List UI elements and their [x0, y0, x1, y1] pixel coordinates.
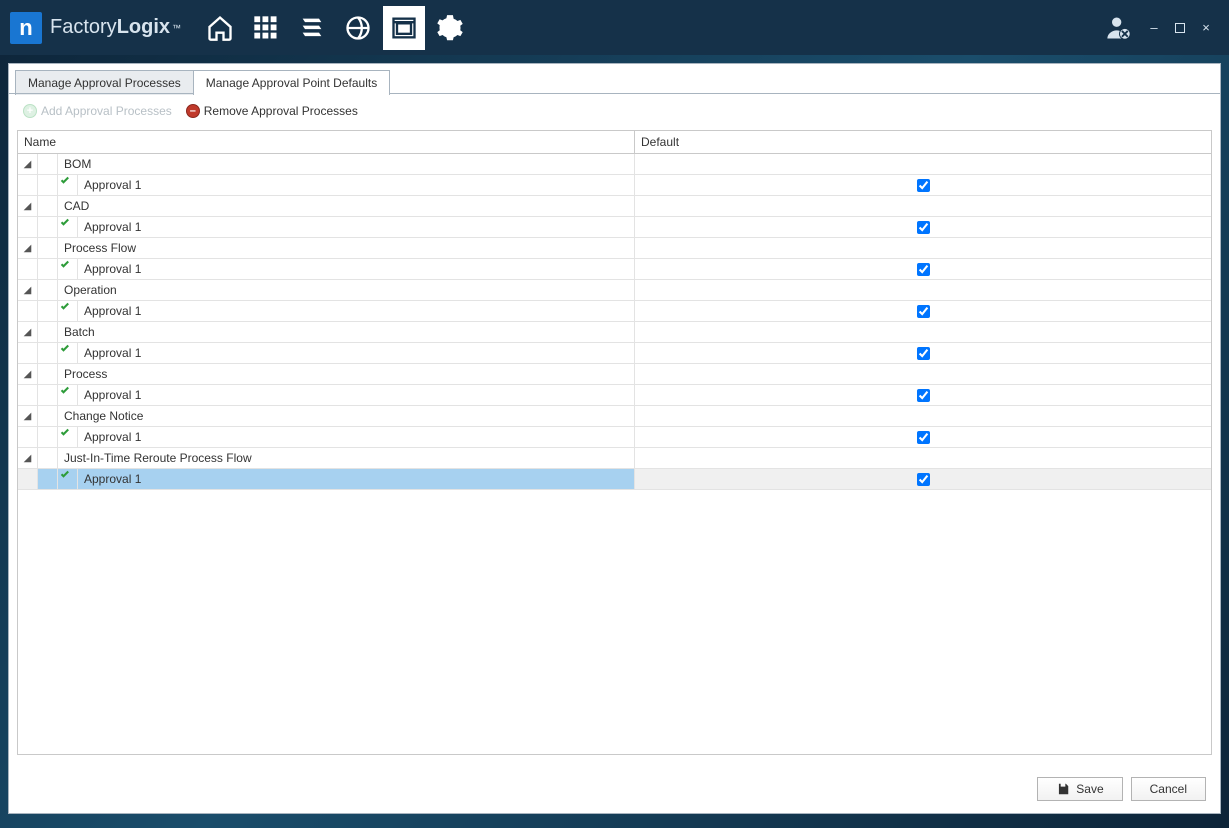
group-name: CAD [58, 196, 635, 216]
approval-grid: Name Default ◢BOMApproval 1◢CADApproval … [17, 130, 1212, 755]
item-name: Approval 1 [78, 469, 635, 489]
table-row[interactable]: ◢ BOM [18, 154, 1211, 175]
window-maximize-button[interactable] [1173, 21, 1187, 35]
group-name: Operation [58, 280, 635, 300]
tab-manage-approval-processes[interactable]: Manage Approval Processes [15, 70, 194, 95]
item-name: Approval 1 [78, 343, 635, 363]
default-checkbox[interactable] [917, 431, 930, 444]
table-row[interactable]: ◢ CAD [18, 196, 1211, 217]
table-row[interactable]: Approval 1 [18, 259, 1211, 280]
remove-approval-label: Remove Approval Processes [204, 104, 358, 118]
checkmark-icon [58, 385, 72, 397]
group-name: Change Notice [58, 406, 635, 426]
save-label: Save [1076, 782, 1103, 796]
default-checkbox[interactable] [917, 221, 930, 234]
add-approval-label: Add Approval Processes [41, 104, 172, 118]
table-row[interactable]: Approval 1 [18, 217, 1211, 238]
table-row[interactable]: Approval 1 [18, 427, 1211, 448]
group-name: Batch [58, 322, 635, 342]
table-row[interactable]: ◢ Batch [18, 322, 1211, 343]
cancel-button[interactable]: Cancel [1131, 777, 1206, 801]
table-row[interactable]: Approval 1 [18, 301, 1211, 322]
table-row[interactable]: Approval 1 [18, 469, 1211, 490]
item-name: Approval 1 [78, 385, 635, 405]
column-header-default[interactable]: Default [635, 131, 1211, 153]
table-row[interactable]: Approval 1 [18, 343, 1211, 364]
chevron-down-icon: ◢ [24, 327, 32, 338]
table-row[interactable]: Approval 1 [18, 175, 1211, 196]
expand-toggle[interactable]: ◢ [18, 154, 38, 174]
expand-toggle[interactable]: ◢ [18, 406, 38, 426]
item-name: Approval 1 [78, 301, 635, 321]
table-row[interactable]: ◢ Change Notice [18, 406, 1211, 427]
default-checkbox[interactable] [917, 179, 930, 192]
title-bar: n FactoryLogix™ – × [0, 0, 1229, 55]
default-checkbox[interactable] [917, 473, 930, 486]
nav-window-button[interactable] [383, 6, 425, 50]
chevron-down-icon: ◢ [24, 453, 32, 464]
table-row[interactable]: ◢ Just-In-Time Reroute Process Flow [18, 448, 1211, 469]
group-name: Just-In-Time Reroute Process Flow [58, 448, 635, 468]
minus-icon: – [186, 104, 200, 118]
checkmark-icon [58, 217, 72, 229]
group-name: Process [58, 364, 635, 384]
save-button[interactable]: Save [1037, 777, 1122, 801]
chevron-down-icon: ◢ [24, 285, 32, 296]
cancel-label: Cancel [1150, 782, 1187, 796]
default-checkbox[interactable] [917, 389, 930, 402]
default-checkbox[interactable] [917, 347, 930, 360]
table-row[interactable]: ◢ Process [18, 364, 1211, 385]
tab-manage-approval-point-defaults[interactable]: Manage Approval Point Defaults [193, 70, 390, 95]
main-panel: Manage Approval Processes Manage Approva… [8, 63, 1221, 814]
group-name: Process Flow [58, 238, 635, 258]
expand-toggle[interactable]: ◢ [18, 448, 38, 468]
expand-toggle[interactable]: ◢ [18, 238, 38, 258]
item-name: Approval 1 [78, 259, 635, 279]
column-header-name[interactable]: Name [18, 131, 635, 153]
plus-icon: + [23, 104, 37, 118]
checkmark-icon [58, 427, 72, 439]
expand-toggle[interactable]: ◢ [18, 280, 38, 300]
user-status-icon[interactable] [1105, 14, 1133, 42]
table-row[interactable]: ◢ Process Flow [18, 238, 1211, 259]
table-row[interactable]: Approval 1 [18, 385, 1211, 406]
expand-toggle[interactable]: ◢ [18, 364, 38, 384]
checkmark-icon [58, 343, 72, 355]
add-approval-processes-button: + Add Approval Processes [19, 102, 176, 120]
checkmark-icon [58, 301, 72, 313]
nav-stack-button[interactable] [291, 6, 333, 50]
remove-approval-processes-button[interactable]: – Remove Approval Processes [182, 102, 362, 120]
nav-settings-button[interactable] [429, 6, 471, 50]
window-minimize-button[interactable]: – [1147, 21, 1161, 35]
chevron-down-icon: ◢ [24, 411, 32, 422]
checkmark-icon [58, 469, 72, 481]
expand-toggle[interactable]: ◢ [18, 196, 38, 216]
nav-home-button[interactable] [199, 6, 241, 50]
default-checkbox[interactable] [917, 305, 930, 318]
nav-globe-button[interactable] [337, 6, 379, 50]
window-close-button[interactable]: × [1199, 21, 1213, 35]
table-row[interactable]: ◢ Operation [18, 280, 1211, 301]
app-title: FactoryLogix™ [50, 16, 181, 39]
chevron-down-icon: ◢ [24, 159, 32, 170]
expand-toggle[interactable]: ◢ [18, 322, 38, 342]
chevron-down-icon: ◢ [24, 243, 32, 254]
save-icon [1056, 782, 1070, 796]
checkmark-icon [58, 259, 72, 271]
checkmark-icon [58, 175, 72, 187]
default-checkbox[interactable] [917, 263, 930, 276]
item-name: Approval 1 [78, 217, 635, 237]
item-name: Approval 1 [78, 427, 635, 447]
chevron-down-icon: ◢ [24, 369, 32, 380]
nav-grid-button[interactable] [245, 6, 287, 50]
chevron-down-icon: ◢ [24, 201, 32, 212]
group-name: BOM [58, 154, 635, 174]
item-name: Approval 1 [78, 175, 635, 195]
app-logo: n [10, 12, 42, 44]
